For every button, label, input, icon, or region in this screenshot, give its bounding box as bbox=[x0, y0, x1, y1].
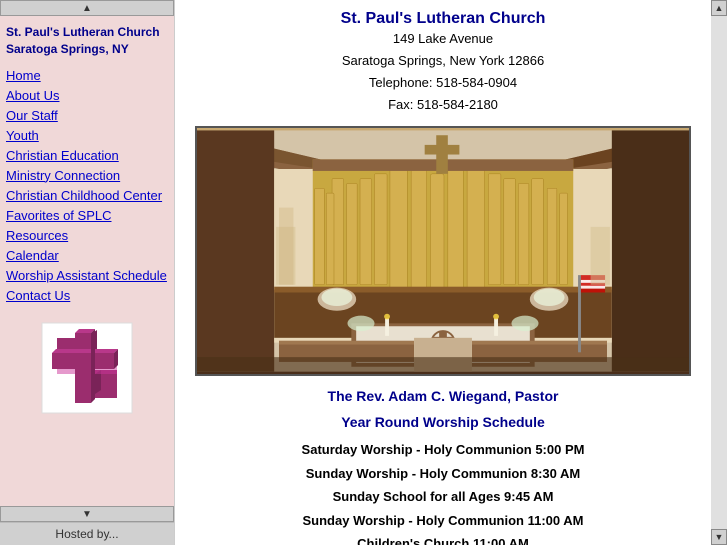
site-title: St. Paul's Lutheran Church Saratoga Spri… bbox=[6, 24, 168, 58]
nav-worship-assistant-schedule[interactable]: Worship Assistant Schedule bbox=[6, 268, 168, 283]
nav-favorites-of-splc[interactable]: Favorites of SPLC bbox=[6, 208, 168, 223]
nav-about-us[interactable]: About Us bbox=[6, 88, 168, 103]
logo-container bbox=[6, 308, 168, 431]
main-scrollbar: ▲ ▼ bbox=[711, 0, 727, 545]
nav-resources[interactable]: Resources bbox=[6, 228, 168, 243]
nav-christian-childhood-center[interactable]: Christian Childhood Center bbox=[6, 188, 168, 203]
nav-our-staff[interactable]: Our Staff bbox=[6, 108, 168, 123]
nav-home[interactable]: Home bbox=[6, 68, 168, 83]
sidebar: ▲ St. Paul's Lutheran Church Saratoga Sp… bbox=[0, 0, 175, 545]
church-header: St. Paul's Lutheran Church 149 Lake Aven… bbox=[195, 10, 691, 116]
schedule-item-sunday-1100: Sunday Worship - Holy Communion 11:00 AM bbox=[195, 509, 691, 532]
sidebar-scroll-down[interactable]: ▼ bbox=[0, 506, 174, 522]
main-scroll-up-button[interactable]: ▲ bbox=[711, 0, 727, 16]
nav-youth[interactable]: Youth bbox=[6, 128, 168, 143]
church-telephone: Telephone: 518-584-0904 bbox=[195, 72, 691, 94]
worship-schedule-title: Year Round Worship Schedule bbox=[195, 414, 691, 430]
nav-contact-us[interactable]: Contact Us bbox=[6, 288, 168, 303]
nav-calendar[interactable]: Calendar bbox=[6, 248, 168, 263]
church-interior-svg bbox=[197, 128, 689, 374]
church-interior-image bbox=[195, 126, 691, 376]
church-address-line1: 149 Lake Avenue bbox=[195, 28, 691, 50]
pastor-title: The Rev. Adam C. Wiegand, Pastor bbox=[195, 388, 691, 404]
main-scroll-down-button[interactable]: ▼ bbox=[711, 529, 727, 545]
hosted-by-bar[interactable]: Hosted by... bbox=[0, 522, 174, 545]
schedule-item-saturday: Saturday Worship - Holy Communion 5:00 P… bbox=[195, 438, 691, 461]
nav-christian-education[interactable]: Christian Education bbox=[6, 148, 168, 163]
church-name: St. Paul's Lutheran Church bbox=[195, 10, 691, 28]
schedule-item-sunday-830: Sunday Worship - Holy Communion 8:30 AM bbox=[195, 462, 691, 485]
main-content: St. Paul's Lutheran Church 149 Lake Aven… bbox=[175, 0, 711, 545]
sidebar-scroll-up[interactable]: ▲ bbox=[0, 0, 174, 16]
nav-ministry-connection[interactable]: Ministry Connection bbox=[6, 168, 168, 183]
church-fax: Fax: 518-584-2180 bbox=[195, 94, 691, 116]
schedule-item-sunday-school: Sunday School for all Ages 9:45 AM bbox=[195, 485, 691, 508]
sidebar-nav: St. Paul's Lutheran Church Saratoga Spri… bbox=[0, 16, 174, 506]
church-address-line2: Saratoga Springs, New York 12866 bbox=[195, 50, 691, 72]
schedule-item-childrens-church: Children's Church 11:00 AM bbox=[195, 532, 691, 545]
church-logo bbox=[37, 318, 137, 418]
